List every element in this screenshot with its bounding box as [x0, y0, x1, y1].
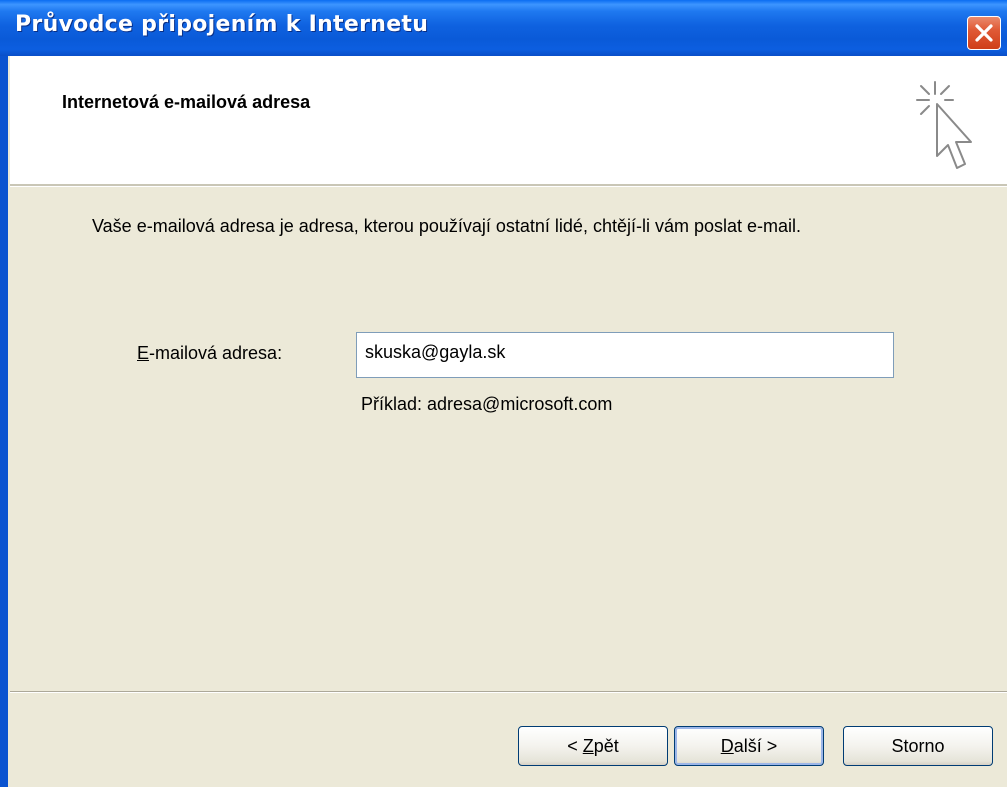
- back-button-accelerator: Z: [582, 736, 594, 756]
- email-label: E-mailová adresa:: [137, 343, 282, 364]
- window-title: Průvodce připojením k Internetu: [15, 12, 429, 37]
- example-text: Příklad: adresa@microsoft.com: [361, 394, 613, 414]
- close-icon: [975, 24, 993, 42]
- wizard-cursor-icon: [916, 81, 972, 169]
- next-button[interactable]: Další >: [674, 726, 824, 766]
- close-button[interactable]: [967, 16, 1001, 50]
- wizard-window: Průvodce připojením k Internetu Internet…: [0, 0, 1007, 787]
- back-button[interactable]: < Zpět: [518, 726, 668, 766]
- title-bar[interactable]: Průvodce připojením k Internetu: [0, 0, 1007, 56]
- description-text: Vaše e-mailová adresa je adresa, kterou …: [92, 216, 802, 236]
- back-button-prefix: <: [567, 736, 583, 756]
- next-button-text: alší >: [733, 736, 778, 756]
- cancel-button[interactable]: Storno: [843, 726, 993, 766]
- email-input[interactable]: [356, 332, 894, 378]
- footer-separator: [10, 691, 1007, 693]
- email-label-text: -mailová adresa:: [149, 343, 283, 363]
- next-button-accelerator: D: [720, 736, 734, 756]
- page-title: Internetová e-mailová adresa: [62, 92, 311, 112]
- header-separator: [10, 184, 1007, 187]
- window-left-border: [0, 56, 10, 787]
- email-label-accelerator: E: [137, 343, 150, 363]
- back-button-text: pět: [593, 736, 619, 756]
- wizard-header: Internetová e-mailová adresa: [10, 56, 1007, 184]
